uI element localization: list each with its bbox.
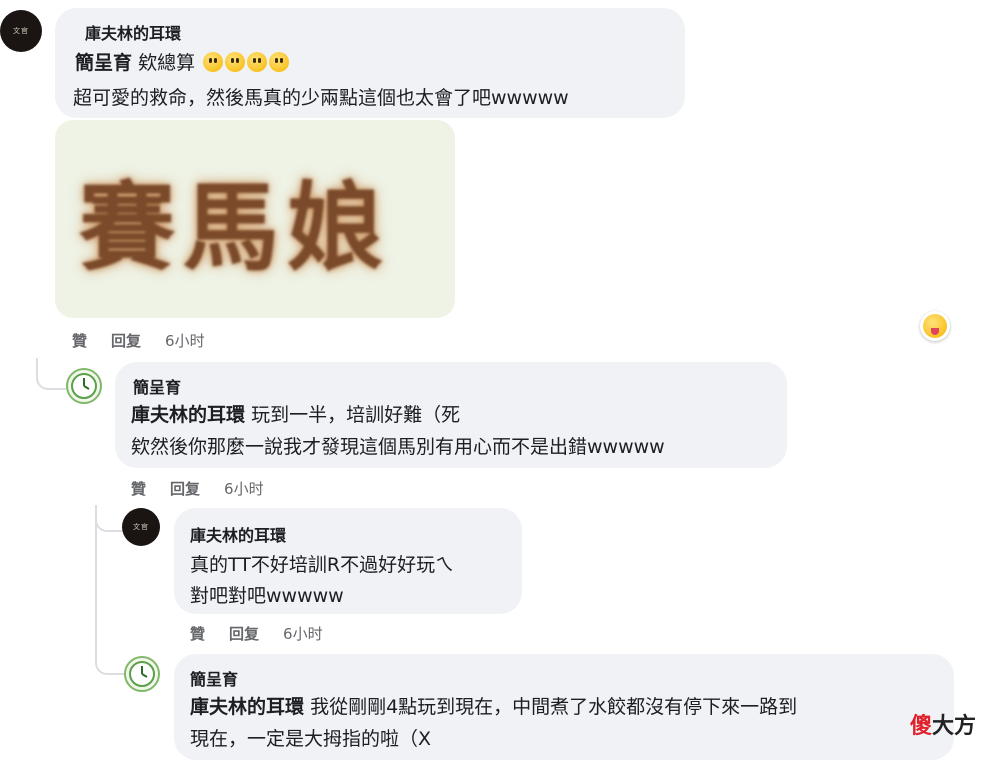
thread-connector bbox=[36, 358, 66, 390]
pleading-face-emoji-icon bbox=[247, 52, 268, 72]
avatar-jianchengyu[interactable] bbox=[124, 656, 160, 692]
like-link[interactable]: 贊 bbox=[131, 478, 146, 499]
mention-tag[interactable]: 庫夫林的耳環 bbox=[131, 404, 245, 426]
comment-author[interactable]: 庫夫林的耳環 bbox=[85, 20, 181, 44]
reply-bubble: 庫夫林的耳環 真的TT不好培訓R不過好好玩ㄟ 對吧對吧wwwww bbox=[174, 508, 522, 614]
watermark-accent: 傻 bbox=[910, 714, 933, 739]
reaction-face bbox=[923, 314, 947, 338]
avatar-jianchengyu[interactable] bbox=[66, 368, 102, 404]
reply-bubble: 簡呈育 庫夫林的耳環 玩到一半，培訓好難（死 欸然後你那麼一說我才發現這個馬別有… bbox=[115, 362, 787, 468]
avatar-logo: 文官 bbox=[13, 27, 29, 35]
reply-link[interactable]: 回复 bbox=[111, 330, 141, 351]
avatar-logo: 文官 bbox=[133, 523, 149, 531]
timestamp[interactable]: 6小时 bbox=[283, 623, 323, 644]
comment-text: 欸總算 bbox=[138, 52, 196, 74]
like-link[interactable]: 贊 bbox=[190, 623, 205, 644]
clock-icon bbox=[129, 661, 155, 687]
reply-text: 我從剛剛4點玩到現在，中間煮了水餃都沒有停下來一路到 bbox=[310, 696, 798, 718]
watermark: 傻大方 bbox=[910, 708, 976, 740]
reply-line-1: 庫夫林的耳環 玩到一半，培訓好難（死 bbox=[131, 400, 460, 427]
sticker-text: 賽馬娘 bbox=[79, 171, 391, 284]
sticker-image[interactable]: 賽馬娘 bbox=[55, 120, 455, 318]
tongue-out-emoji-icon[interactable] bbox=[920, 311, 950, 341]
reply-actions: 贊 回复 6小时 bbox=[190, 623, 323, 644]
clock-icon bbox=[71, 373, 97, 399]
comment-bubble: 庫夫林的耳環 簡呈育 欸總算 超可愛的救命，然後馬真的少兩點這個也太會了吧www… bbox=[55, 8, 685, 118]
like-link[interactable]: 贊 bbox=[72, 330, 87, 351]
reply-bubble: 簡呈育 庫夫林的耳環 我從剛剛4點玩到現在，中間煮了水餃都沒有停下來一路到 現在… bbox=[174, 654, 954, 760]
reply-line-2: 現在，一定是大拇指的啦（X bbox=[190, 728, 432, 750]
avatar-kufulin[interactable]: 文官 bbox=[122, 508, 160, 546]
pleading-face-emoji-icon bbox=[203, 52, 224, 72]
timestamp[interactable]: 6小时 bbox=[224, 478, 264, 499]
reply-actions: 贊 回复 6小时 bbox=[131, 478, 264, 499]
reply-author[interactable]: 簡呈育 bbox=[133, 374, 181, 398]
reply-line-2: 對吧對吧wwwww bbox=[190, 585, 344, 607]
reply-author[interactable]: 簡呈育 bbox=[190, 666, 238, 690]
reply-link[interactable]: 回复 bbox=[170, 478, 200, 499]
mention-tag[interactable]: 庫夫林的耳環 bbox=[190, 696, 304, 718]
comment-line-2: 超可愛的救命，然後馬真的少兩點這個也太會了吧wwwww bbox=[73, 87, 569, 109]
avatar-kufulin[interactable]: 文官 bbox=[0, 10, 42, 52]
comment-actions: 贊 回复 6小时 bbox=[72, 330, 205, 351]
reply-line-1: 真的TT不好培訓R不過好好玩ㄟ bbox=[190, 554, 455, 576]
reply-text: 玩到一半，培訓好難（死 bbox=[251, 404, 461, 426]
thread-connector bbox=[95, 505, 125, 675]
pleading-face-emoji-icon bbox=[269, 52, 290, 72]
reply-author[interactable]: 庫夫林的耳環 bbox=[190, 522, 286, 546]
timestamp[interactable]: 6小时 bbox=[165, 330, 205, 351]
reply-line-1: 庫夫林的耳環 我從剛剛4點玩到現在，中間煮了水餃都沒有停下來一路到 bbox=[190, 692, 797, 719]
reply-link[interactable]: 回复 bbox=[229, 623, 259, 644]
mention-tag[interactable]: 簡呈育 bbox=[75, 52, 132, 74]
comment-line-1: 簡呈育 欸總算 bbox=[75, 48, 290, 75]
reply-line-2: 欸然後你那麼一說我才發現這個馬別有用心而不是出錯wwwww bbox=[131, 436, 665, 458]
pleading-face-emoji-icon bbox=[225, 52, 246, 72]
watermark-rest: 大方 bbox=[932, 714, 977, 739]
